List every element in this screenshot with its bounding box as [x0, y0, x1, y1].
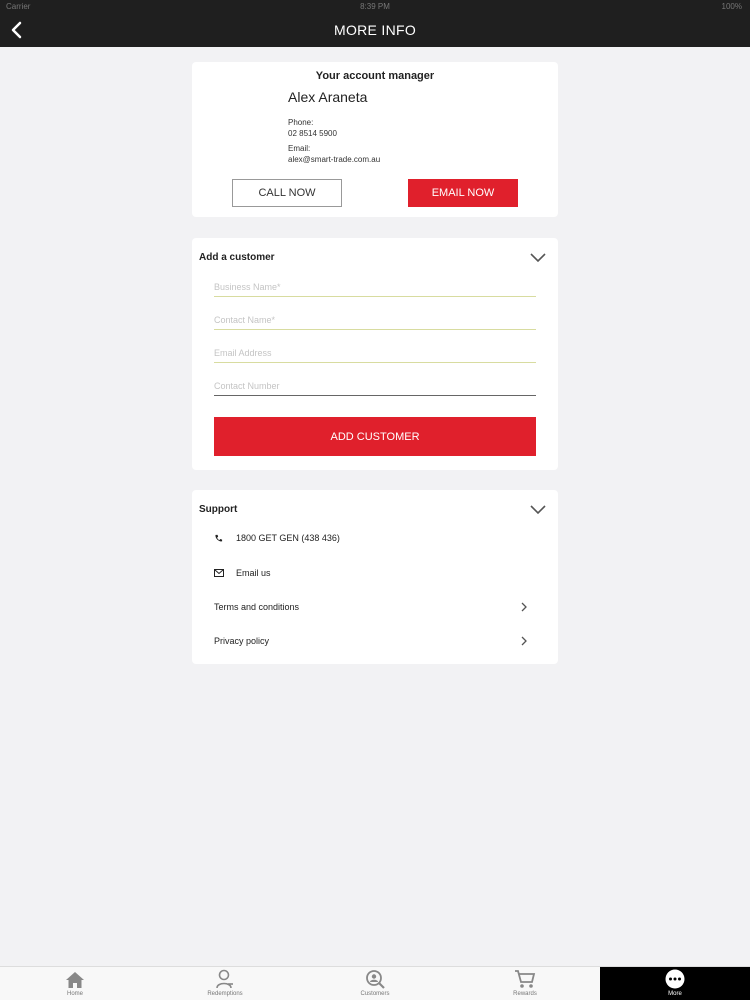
manager-email: alex@smart-trade.com.au — [288, 155, 381, 164]
terms-row[interactable]: Terms and conditions — [214, 597, 536, 617]
manager-phone: 02 8514 5900 — [288, 129, 337, 138]
phone-label: Phone: — [288, 118, 314, 127]
more-icon — [600, 967, 750, 989]
email-address-input[interactable] — [214, 343, 536, 363]
tab-more[interactable]: More — [600, 967, 750, 1000]
manager-name: Alex Araneta — [288, 89, 368, 105]
tab-redemptions[interactable]: Redemptions — [150, 967, 300, 1000]
tab-rewards[interactable]: Rewards — [450, 967, 600, 1000]
chevron-down-icon[interactable] — [530, 253, 546, 263]
support-phone-row[interactable]: 1800 GET GEN (438 436) — [214, 528, 536, 548]
nav-bar: MORE INFO — [0, 13, 750, 47]
terms-label: Terms and conditions — [214, 602, 300, 612]
page-title: MORE INFO — [333, 22, 417, 38]
home-icon — [0, 967, 150, 989]
tab-customers-label: Customers — [360, 991, 390, 997]
email-label: Email: — [288, 144, 311, 153]
chevron-right-icon — [521, 602, 527, 612]
person-icon — [150, 967, 300, 989]
chevron-down-icon[interactable] — [530, 505, 546, 515]
support-title: Support — [199, 504, 238, 515]
add-customer-title: Add a customer — [199, 252, 275, 263]
status-bar: Carrier 8:39 PM 100% — [0, 0, 750, 13]
chevron-right-icon — [521, 636, 527, 646]
add-customer-card: Add a customer ADD CUSTOMER — [192, 238, 558, 470]
privacy-label: Privacy policy — [214, 636, 270, 646]
account-manager-card: Your account manager Alex Araneta Phone:… — [192, 62, 558, 217]
tab-home[interactable]: Home — [0, 967, 150, 1000]
business-name-input[interactable] — [214, 277, 536, 297]
tab-more-label: More — [668, 991, 682, 997]
tab-redemptions-label: Redemptions — [207, 991, 243, 997]
tab-rewards-label: Rewards — [513, 991, 537, 997]
envelope-icon — [214, 569, 236, 577]
contact-number-input[interactable] — [214, 376, 536, 396]
privacy-row[interactable]: Privacy policy — [214, 631, 536, 651]
call-now-button[interactable]: CALL NOW — [232, 179, 342, 207]
phone-icon — [214, 534, 236, 543]
account-manager-heading: Your account manager — [315, 70, 435, 82]
add-customer-button[interactable]: ADD CUSTOMER — [214, 417, 536, 456]
tab-home-label: Home — [66, 991, 83, 997]
support-phone-label: 1800 GET GEN (438 436) — [236, 533, 340, 543]
tab-customers[interactable]: Customers — [300, 967, 450, 1000]
support-email-row[interactable]: Email us — [214, 563, 536, 583]
email-now-button[interactable]: EMAIL NOW — [408, 179, 518, 207]
support-email-label: Email us — [236, 568, 271, 578]
customers-search-icon — [300, 967, 450, 989]
tab-bar: Home Redemptions Customers Rewards More — [0, 966, 750, 1000]
battery-level: 100% — [721, 2, 742, 11]
cart-icon — [450, 967, 600, 989]
support-card: Support 1800 GET GEN (438 436) Email us … — [192, 490, 558, 664]
contact-name-input[interactable] — [214, 310, 536, 330]
clock: 8:39 PM — [360, 2, 390, 11]
